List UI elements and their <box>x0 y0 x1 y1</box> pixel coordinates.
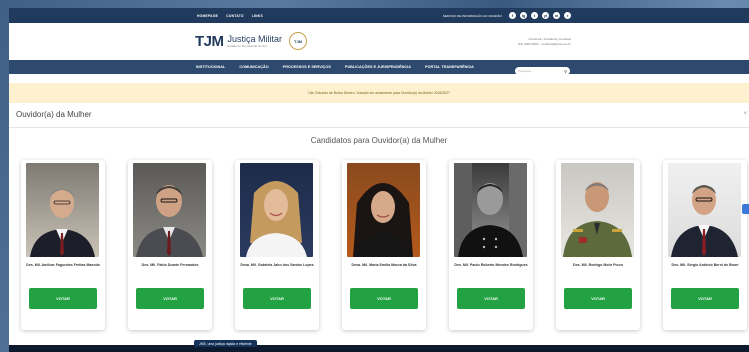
top-links: HOMEPAGE CONTATO LINKS <box>197 14 263 18</box>
candidate-name: Desa. Mil. Maria Emília Moura da Silva <box>351 263 417 267</box>
facebook-icon[interactable]: f <box>509 12 516 19</box>
accessibility-icon[interactable] <box>742 204 749 214</box>
candidate-cards: Des. Mil. Amilcar Fagundes Freitas Maced… <box>21 160 749 330</box>
logo-title: Justiça Militar <box>227 34 283 44</box>
vote-button[interactable]: VOTAR <box>29 288 97 309</box>
linkedin-icon[interactable]: in <box>553 12 560 19</box>
close-icon[interactable]: × <box>743 111 747 117</box>
candidate-photo <box>668 163 741 257</box>
search-icon[interactable]: ⚲ <box>564 69 567 74</box>
page-title: Ouvidor(a) da Mulher <box>16 110 92 119</box>
candidate-photo <box>133 163 206 257</box>
candidate-card: Des. Mil. Amilcar Fagundes Freitas Maced… <box>21 160 105 330</box>
site-header: TJM Justiça Militar Estado do Rio Grande… <box>9 23 749 60</box>
seal-icon: TJM <box>289 32 308 50</box>
vote-button[interactable]: VOTAR <box>457 288 525 309</box>
voting-notice: Olá, Eduardo de Borba Severo, Votação em… <box>9 83 749 103</box>
candidate-name: Des. Mil. Sérgio Antônio Berni de Brum <box>671 263 739 267</box>
candidate-photo <box>240 163 313 257</box>
candidate-name: Des. Mil. Rodrigo Mohr Picon <box>573 263 623 267</box>
candidate-photo <box>26 163 99 257</box>
candidate-card: Desa. Mil. Maria Emília Moura da Silva V… <box>342 160 426 330</box>
vote-button[interactable]: VOTAR <box>350 288 418 309</box>
candidate-card: Des. Mil. Fabio Duarte Fernandes VOTAR <box>128 160 212 330</box>
candidate-photo <box>454 163 527 257</box>
twitter-icon[interactable]: t <box>531 12 538 19</box>
main-nav: INSTITUCIONAL COMUNICAÇÃO PROCESSOS E SE… <box>9 60 749 74</box>
rss-icon[interactable]: r <box>564 12 571 19</box>
sic-link[interactable]: SERVIÇO DE INFORMAÇÃO AO CIDADÃO <box>443 14 502 18</box>
contact-line-2: (51) 3000-0000 · ouvidoria@tjmrs.jus.br <box>517 42 571 46</box>
search-input[interactable]: Pesquisar... ⚲ <box>515 67 570 75</box>
youtube-icon[interactable]: yt <box>542 12 549 19</box>
notice-text: Olá, Eduardo de Borba Severo, Votação em… <box>308 91 450 95</box>
search-placeholder: Pesquisar... <box>518 69 534 73</box>
top-link-homepage[interactable]: HOMEPAGE <box>197 14 218 18</box>
nav-item-transparencia[interactable]: PORTAL TRANSPARÊNCIA <box>425 65 474 69</box>
candidate-card: Des. Mil. Paulo Roberto Mendes Rodrigues… <box>449 160 533 330</box>
candidate-photo <box>347 163 420 257</box>
nav-item-publicacoes[interactable]: PUBLICAÇÕES E JURISPRUDÊNCIA <box>345 65 411 69</box>
candidate-name: Des. Mil. Fabio Duarte Fernandes <box>141 263 199 267</box>
top-bar: HOMEPAGE CONTATO LINKS SERVIÇO DE INFORM… <box>9 8 749 23</box>
candidate-card: Desa. Mil. Gabriela Jahn dos Santos Lope… <box>235 160 319 330</box>
nav-links: INSTITUCIONAL COMUNICAÇÃO PROCESSOS E SE… <box>196 65 474 69</box>
top-link-links[interactable]: LINKS <box>252 14 263 18</box>
header-contact: Ouvidoria | Ouvidoria | Contatos (51) 30… <box>518 37 571 47</box>
footer-tag: JMS, uma justiça rápida e eficiente <box>194 340 257 347</box>
site-logo[interactable]: TJM Justiça Militar Estado do Rio Grande… <box>195 32 308 50</box>
candidate-name: Desa. Mil. Gabriela Jahn dos Santos Lope… <box>240 263 314 267</box>
vote-button[interactable]: VOTAR <box>671 288 739 309</box>
top-right: SERVIÇO DE INFORMAÇÃO AO CIDADÃO f ig t … <box>443 12 571 19</box>
vote-button[interactable]: VOTAR <box>243 288 311 309</box>
logo-name: Justiça Militar Estado do Rio Grande do … <box>228 34 283 48</box>
page-header: Ouvidor(a) da Mulher × <box>9 105 749 128</box>
vote-button[interactable]: VOTAR <box>136 288 204 309</box>
instagram-icon[interactable]: ig <box>520 12 527 19</box>
candidate-name: Des. Mil. Paulo Roberto Mendes Rodrigues <box>454 263 528 267</box>
vote-button[interactable]: VOTAR <box>564 288 632 309</box>
nav-item-institucional[interactable]: INSTITUCIONAL <box>196 65 225 69</box>
candidates-title: Candidatos para Ouvidor(a) da Mulher <box>310 136 448 145</box>
nav-item-comunicacao[interactable]: COMUNICAÇÃO <box>239 65 268 69</box>
candidate-card: Des. Mil. Rodrigo Mohr Picon VOTAR <box>556 160 640 330</box>
top-link-contato[interactable]: CONTATO <box>226 14 244 18</box>
footer: JMS, uma justiça rápida e eficiente <box>9 340 749 352</box>
logo-mark: TJM <box>195 32 224 50</box>
candidate-photo <box>561 163 634 257</box>
logo-subtitle: Estado do Rio Grande do Sul <box>227 44 267 48</box>
candidate-name: Des. Mil. Amilcar Fagundes Freitas Maced… <box>26 263 100 267</box>
browser-page: HOMEPAGE CONTATO LINKS SERVIÇO DE INFORM… <box>9 8 749 352</box>
candidate-card: Des. Mil. Sérgio Antônio Berni de Brum V… <box>663 160 747 330</box>
nav-item-processos[interactable]: PROCESSOS E SERVIÇOS <box>283 65 331 69</box>
